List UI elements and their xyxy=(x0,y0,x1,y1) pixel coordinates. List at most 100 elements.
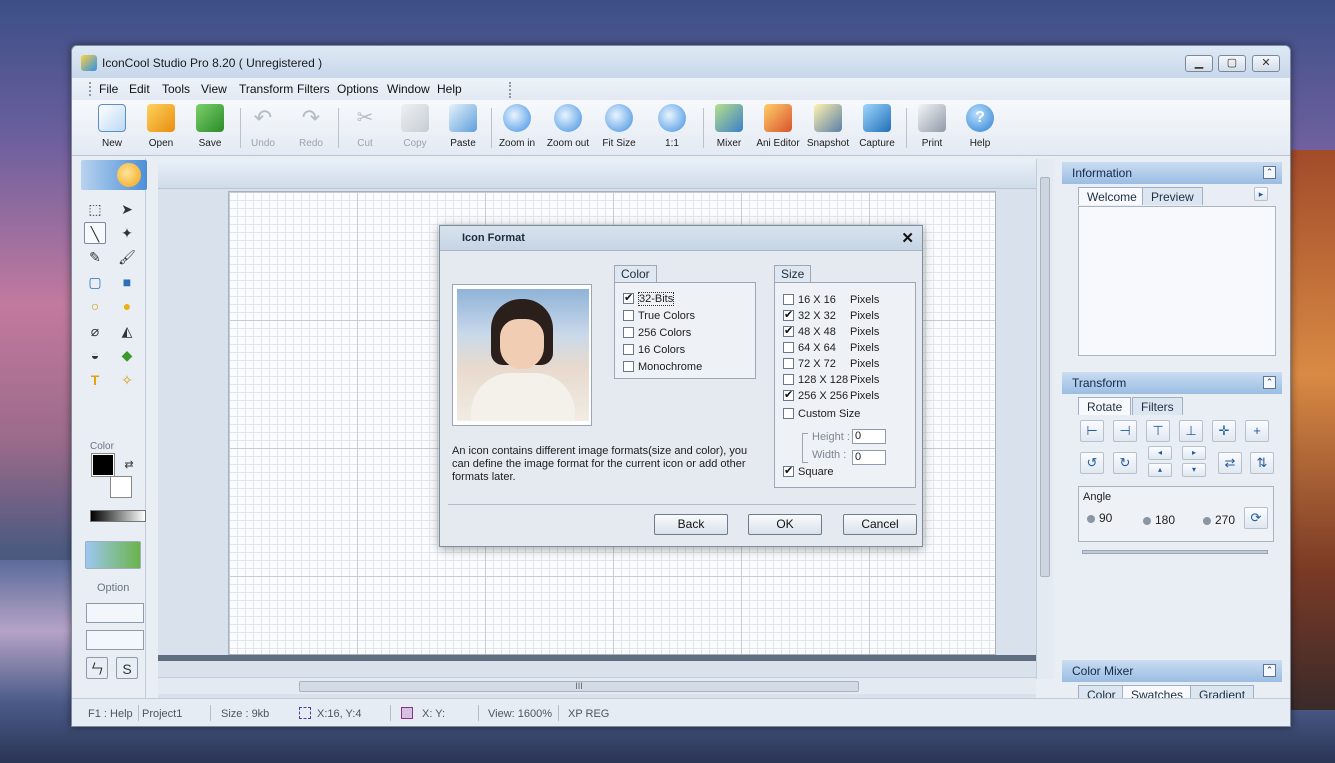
align-top-icon[interactable]: ⊤ xyxy=(1146,420,1170,442)
checkbox-icon[interactable] xyxy=(623,344,634,355)
maximize-button[interactable]: ▢ xyxy=(1218,55,1246,72)
open-button[interactable]: Open xyxy=(136,104,186,152)
height-input[interactable]: 0 xyxy=(852,429,886,444)
gradient-bar[interactable] xyxy=(90,510,146,522)
checkbox-icon[interactable] xyxy=(783,342,794,353)
color-mixer-header[interactable]: Color Mixer ⌃ xyxy=(1062,660,1282,682)
horizontal-scrollbar[interactable]: III xyxy=(158,677,1036,694)
menu-tools[interactable]: Tools xyxy=(162,82,190,96)
size-128-option[interactable]: 128 X 128 Pixels xyxy=(783,374,879,386)
minimize-button[interactable]: ▁ xyxy=(1185,55,1213,72)
size-48-option[interactable]: 48 X 48 Pixels xyxy=(783,324,879,338)
paste-button[interactable]: Paste xyxy=(438,104,488,152)
menu-view[interactable]: View xyxy=(201,82,227,96)
vertical-scroll-thumb[interactable] xyxy=(1040,177,1050,577)
tab-welcome[interactable]: Welcome xyxy=(1078,187,1146,205)
move-left-icon[interactable]: ◂ xyxy=(1148,446,1172,460)
menu-window[interactable]: Window xyxy=(387,82,430,96)
swap-colors-icon[interactable]: ⇄ xyxy=(118,454,140,476)
checkbox-icon[interactable] xyxy=(783,358,794,369)
fill-style-option[interactable] xyxy=(86,603,144,623)
color-256-colors-option[interactable]: 256 Colors xyxy=(623,327,691,339)
menu-transform[interactable]: Transform xyxy=(239,82,293,96)
tools-panel-header[interactable] xyxy=(81,160,147,190)
checkbox-icon[interactable] xyxy=(623,291,634,304)
align-right-icon[interactable]: ⊣ xyxy=(1113,420,1137,442)
checkbox-icon[interactable] xyxy=(623,310,634,321)
capture-button[interactable]: Capture xyxy=(852,104,902,152)
line-style-option[interactable] xyxy=(86,630,144,650)
light-effect-tool-icon[interactable]: ✧ xyxy=(116,369,138,391)
move-up-icon[interactable]: ▴ xyxy=(1148,463,1172,477)
undo-button[interactable]: ↶ Undo xyxy=(238,104,288,152)
color-32-bits-option[interactable]: 32-Bits xyxy=(623,291,675,306)
help-button[interactable]: ? Help xyxy=(955,104,1005,152)
shape-tool-icon[interactable]: ◆ xyxy=(116,344,138,366)
rotate-right-icon[interactable]: ↻ xyxy=(1113,452,1137,474)
color-true-colors-option[interactable]: True Colors xyxy=(623,310,695,322)
actual-size-button[interactable]: 1:1 xyxy=(647,104,697,152)
checkbox-icon[interactable] xyxy=(783,408,794,419)
zoom-in-button[interactable]: Zoom in xyxy=(492,104,542,152)
magic-wand-tool-icon[interactable]: ✦ xyxy=(116,222,138,244)
checkbox-icon[interactable] xyxy=(783,294,794,305)
menu-help[interactable]: Help xyxy=(437,82,462,96)
apply-rotation-icon[interactable]: ⟳ xyxy=(1244,507,1268,529)
cancel-button[interactable]: Cancel xyxy=(843,514,917,535)
menu-options[interactable]: Options xyxy=(337,82,378,96)
checkbox-icon[interactable] xyxy=(783,388,794,401)
checkbox-icon[interactable] xyxy=(783,324,794,337)
fit-size-button[interactable]: Fit Size xyxy=(594,104,644,152)
eraser-tool-icon[interactable]: ◒ xyxy=(84,344,106,366)
image-effect-icon[interactable] xyxy=(85,541,141,569)
size-16-option[interactable]: 16 X 16 Pixels xyxy=(783,294,879,306)
ok-button[interactable]: OK xyxy=(748,514,822,535)
copy-button[interactable]: Copy xyxy=(390,104,440,152)
brush-tool-icon[interactable]: 🖌 xyxy=(116,246,138,268)
square-option[interactable]: Square xyxy=(783,464,833,478)
color-monochrome-option[interactable]: Monochrome xyxy=(623,361,702,373)
angle-180-radio[interactable]: 180 xyxy=(1143,513,1175,527)
text-tool-icon[interactable]: T xyxy=(84,369,106,391)
collapse-icon[interactable]: ⌃ xyxy=(1263,166,1276,179)
line-tool-icon[interactable]: ╲ xyxy=(84,222,106,244)
collapse-icon[interactable]: ⌃ xyxy=(1263,376,1276,389)
back-button[interactable]: Back xyxy=(654,514,728,535)
align-center-horizontal-icon[interactable]: ✛ xyxy=(1212,420,1236,442)
size-256-option[interactable]: 256 X 256Pixels xyxy=(783,388,879,402)
collapse-icon[interactable]: ⌃ xyxy=(1263,664,1276,677)
color-16-colors-option[interactable]: 16 Colors xyxy=(623,344,685,356)
corner-style-icon[interactable]: ㄣ xyxy=(86,657,108,679)
filled-ellipse-tool-icon[interactable]: ● xyxy=(116,295,138,317)
flip-horizontal-icon[interactable]: ⇄ xyxy=(1218,452,1242,474)
background-color-swatch[interactable] xyxy=(110,476,132,498)
tab-scroll-right-icon[interactable]: ▸ xyxy=(1254,187,1268,201)
checkbox-icon[interactable] xyxy=(623,361,634,372)
close-window-button[interactable]: ✕ xyxy=(1252,55,1280,72)
width-input[interactable]: 0 xyxy=(852,450,886,465)
angle-slider[interactable] xyxy=(1082,550,1268,554)
snapshot-button[interactable]: Snapshot xyxy=(803,104,853,152)
horizontal-scroll-thumb[interactable]: III xyxy=(299,681,859,692)
eyedropper-tool-icon[interactable]: ⌀ xyxy=(84,320,106,342)
curve-style-icon[interactable]: S xyxy=(116,657,138,679)
vertical-scrollbar[interactable] xyxy=(1036,159,1053,679)
print-button[interactable]: Print xyxy=(907,104,957,152)
checkbox-icon[interactable] xyxy=(783,308,794,321)
tab-filters[interactable]: Filters xyxy=(1132,397,1183,415)
zoom-out-button[interactable]: Zoom out xyxy=(543,104,593,152)
dialog-close-icon[interactable]: ✕ xyxy=(901,229,914,247)
menu-file[interactable]: File xyxy=(99,82,118,96)
rect-select-tool-icon[interactable]: ⬚ xyxy=(84,198,106,220)
move-down-icon[interactable]: ▾ xyxy=(1182,463,1206,477)
custom-size-option[interactable]: Custom Size xyxy=(783,408,860,420)
tab-rotate[interactable]: Rotate xyxy=(1078,397,1132,415)
checkbox-icon[interactable] xyxy=(623,327,634,338)
rotate-left-icon[interactable]: ↺ xyxy=(1080,452,1104,474)
checkbox-icon[interactable] xyxy=(783,464,794,477)
mixer-button[interactable]: Mixer xyxy=(704,104,754,152)
tab-preview[interactable]: Preview xyxy=(1142,187,1203,205)
move-right-icon[interactable]: ▸ xyxy=(1182,446,1206,460)
size-64-option[interactable]: 64 X 64 Pixels xyxy=(783,342,879,354)
cut-button[interactable]: ✂ Cut xyxy=(340,104,390,152)
